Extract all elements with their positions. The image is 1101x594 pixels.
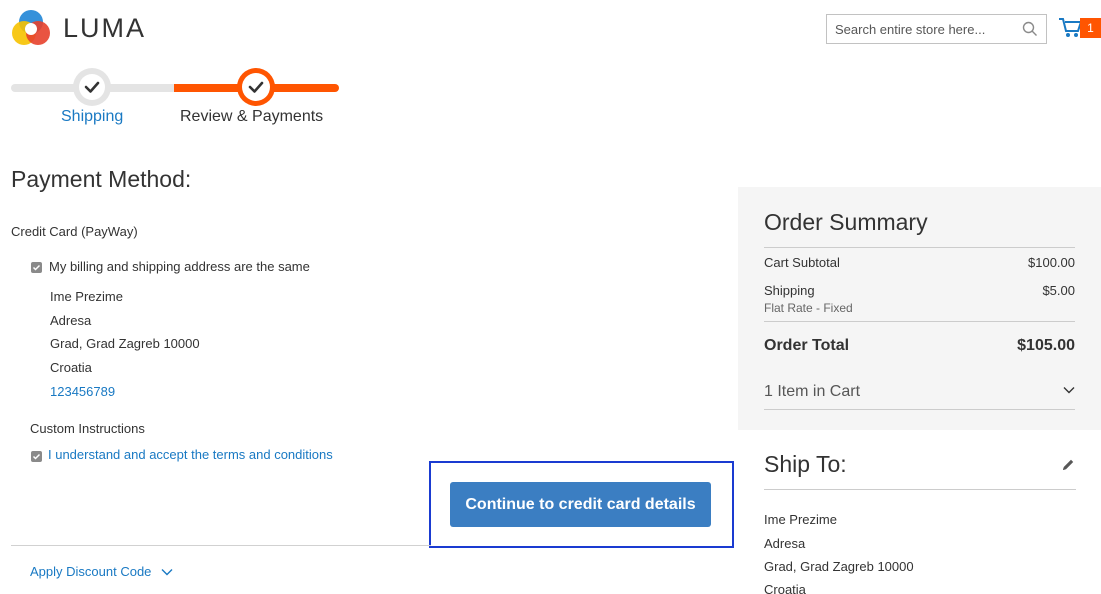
shipping-row: Shipping $5.00 xyxy=(764,283,1075,298)
step-review-label: Review & Payments xyxy=(180,108,324,125)
continue-to-card-button[interactable]: Continue to credit card details xyxy=(450,482,711,527)
subtotal-value: $100.00 xyxy=(1028,255,1075,270)
divider xyxy=(764,321,1075,322)
checkmark-icon xyxy=(248,81,264,93)
custom-instructions-label: Custom Instructions xyxy=(30,421,145,436)
subtotal-label: Cart Subtotal xyxy=(764,255,840,270)
billing-city: Grad, Grad Zagreb 10000 xyxy=(50,336,200,351)
search-box[interactable] xyxy=(826,14,1047,44)
pencil-icon[interactable] xyxy=(1061,458,1075,472)
apply-discount-label: Apply Discount Code xyxy=(30,564,152,579)
chevron-down-icon[interactable] xyxy=(1063,386,1075,394)
ship-to-name: Ime Prezime xyxy=(764,512,837,527)
billing-name: Ime Prezime xyxy=(50,289,123,304)
order-summary-panel: Order Summary Cart Subtotal $100.00 Ship… xyxy=(738,187,1101,430)
billing-same-label[interactable]: My billing and shipping address are the … xyxy=(49,259,310,274)
checkmark-icon xyxy=(32,453,41,460)
chevron-down-icon xyxy=(161,568,173,575)
items-in-cart-toggle[interactable]: 1 Item in Cart xyxy=(764,383,860,401)
apply-discount-toggle[interactable]: Apply Discount Code xyxy=(30,564,173,579)
checkmark-icon xyxy=(32,264,41,271)
payment-method-title: Payment Method: xyxy=(11,166,192,192)
luma-logo-icon xyxy=(11,8,51,48)
luma-logo[interactable]: LUMA xyxy=(11,8,146,48)
subtotal-row: Cart Subtotal $100.00 xyxy=(764,255,1075,270)
order-total-row: Order Total $105.00 xyxy=(764,337,1075,355)
step-shipping-circle[interactable] xyxy=(73,68,111,106)
terms-link[interactable]: I understand and accept the terms and co… xyxy=(48,447,333,462)
billing-same-checkbox[interactable] xyxy=(31,262,42,273)
payment-method-option[interactable]: Credit Card (PayWay) xyxy=(11,224,138,239)
order-total-value: $105.00 xyxy=(1017,337,1075,354)
search-icon[interactable] xyxy=(1022,21,1038,37)
cart-count-badge[interactable]: 1 xyxy=(1080,18,1101,38)
step-review-circle xyxy=(237,68,275,106)
order-summary-title: Order Summary xyxy=(764,209,928,235)
ship-to-country: Croatia xyxy=(764,582,806,594)
billing-country: Croatia xyxy=(50,360,92,375)
checkmark-icon xyxy=(84,81,100,93)
billing-street: Adresa xyxy=(50,313,92,328)
shipping-value: $5.00 xyxy=(1042,283,1075,298)
shipping-label: Shipping xyxy=(764,283,815,298)
order-total-label: Order Total xyxy=(764,337,850,354)
ship-to-city: Grad, Grad Zagreb 10000 xyxy=(764,559,914,574)
shipping-method: Flat Rate - Fixed xyxy=(764,301,853,315)
ship-to-title: Ship To: xyxy=(764,451,847,477)
search-input[interactable] xyxy=(827,16,1017,42)
billing-phone-link[interactable]: 123456789 xyxy=(50,384,115,399)
step-shipping-label[interactable]: Shipping xyxy=(61,108,123,126)
terms-checkbox[interactable] xyxy=(31,451,42,462)
divider xyxy=(11,545,431,546)
divider xyxy=(764,247,1075,248)
divider xyxy=(764,409,1075,410)
ship-to-street: Adresa xyxy=(764,536,806,551)
divider xyxy=(764,489,1076,490)
logo-text: LUMA xyxy=(63,12,147,43)
